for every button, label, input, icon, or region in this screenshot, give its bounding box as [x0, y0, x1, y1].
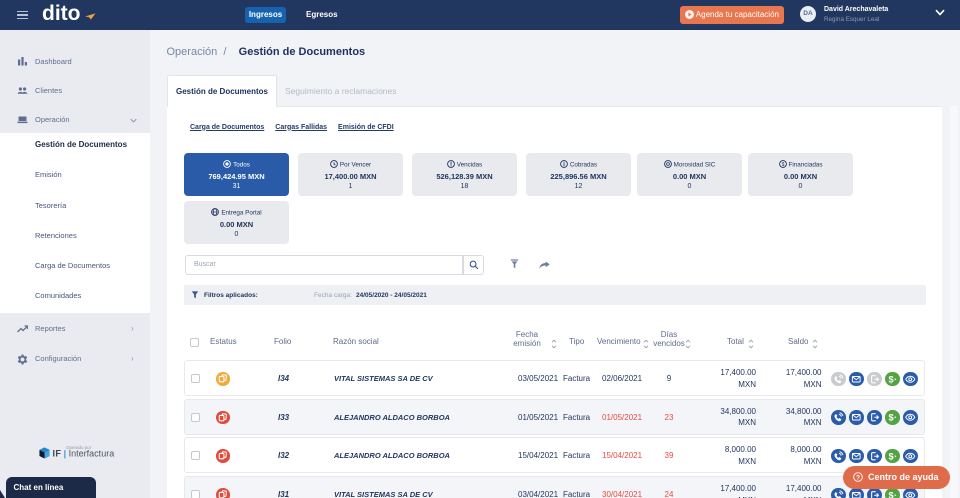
svg-text:$: $ — [889, 490, 894, 498]
svg-text:$: $ — [889, 374, 894, 384]
svg-text:$: $ — [889, 413, 894, 423]
svg-text:$: $ — [781, 162, 784, 168]
svg-text:$: $ — [889, 451, 894, 461]
svg-text:?: ? — [856, 474, 860, 481]
